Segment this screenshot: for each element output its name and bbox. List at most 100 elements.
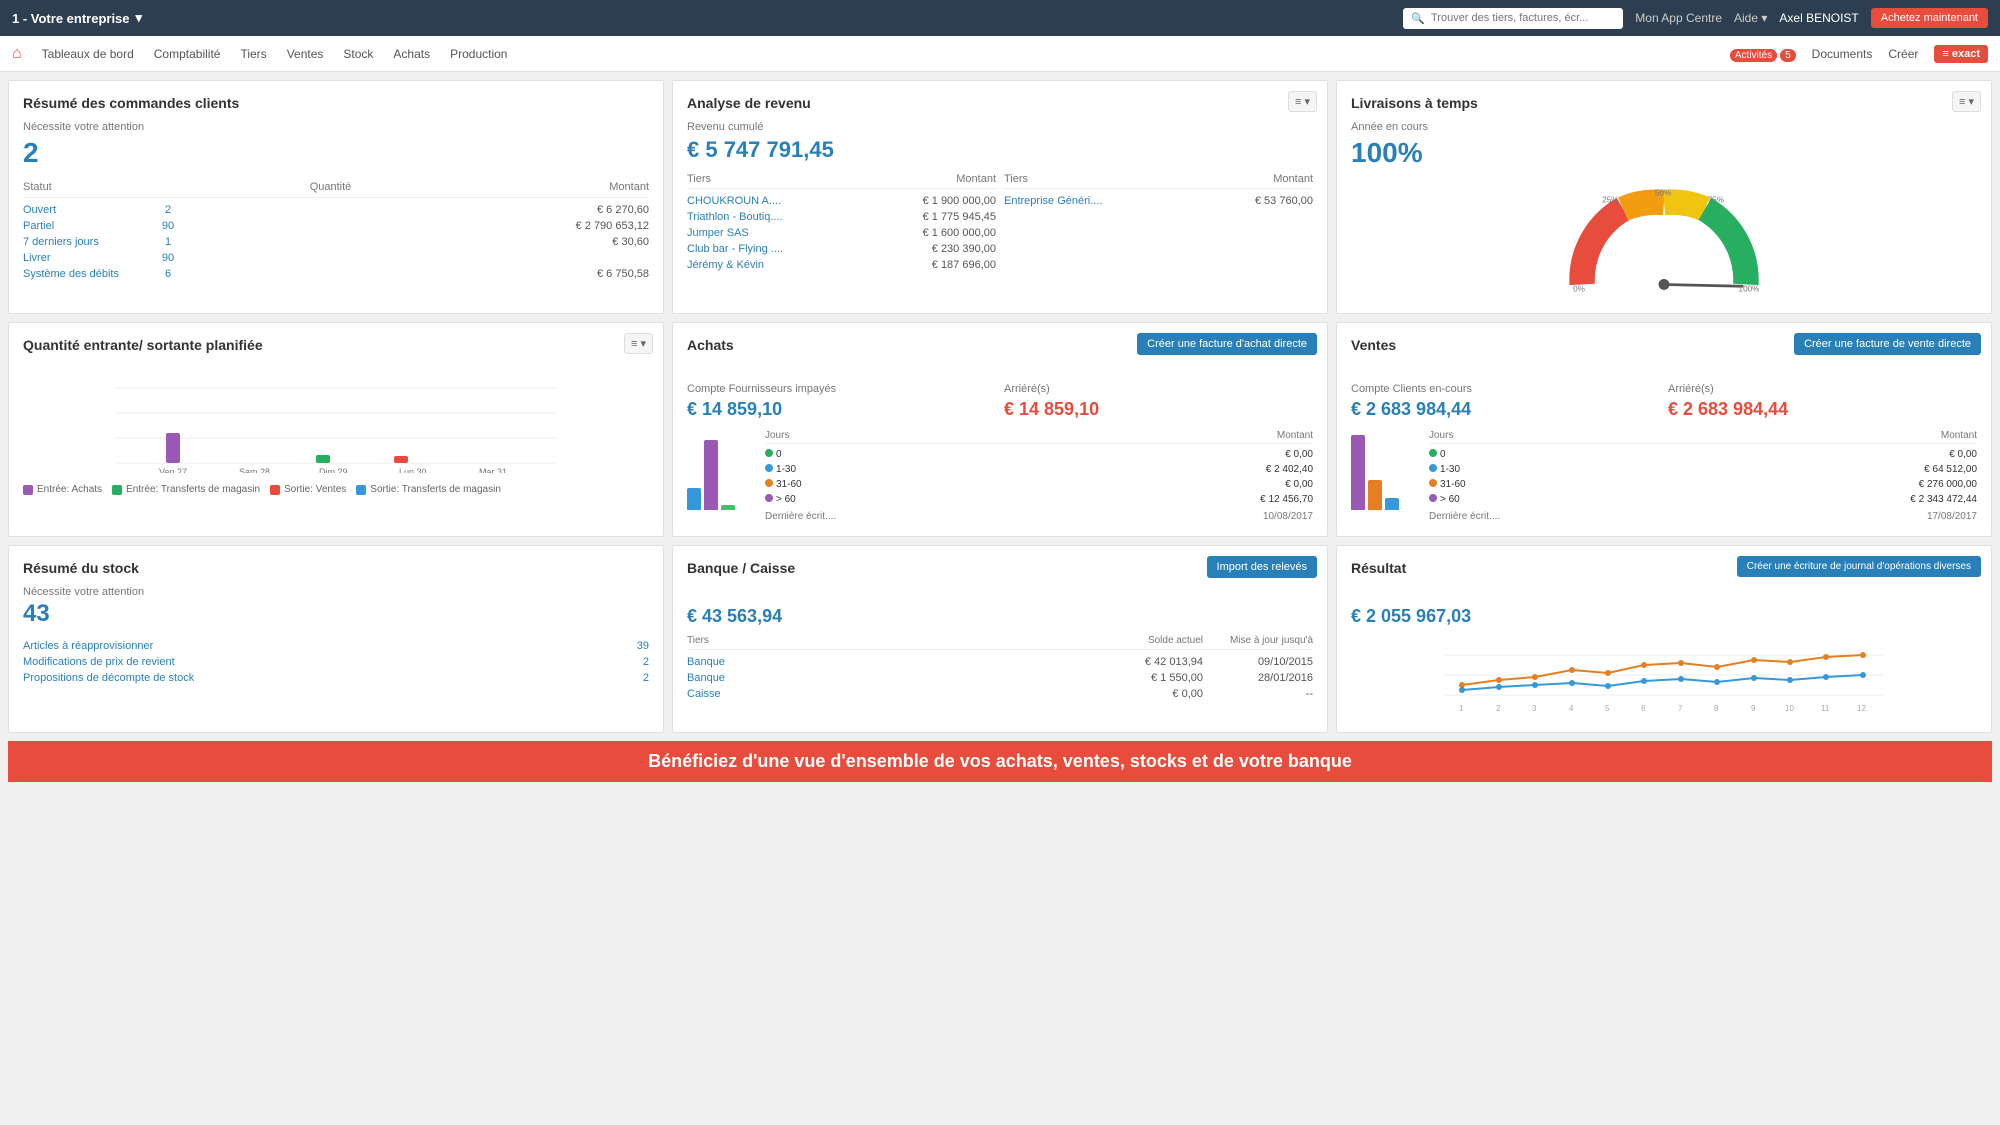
stock-row[interactable]: Articles à réapprovisionner 39: [23, 638, 649, 654]
card-revenu: Analyse de revenu ≡ ▾ Revenu cumulé € 5 …: [672, 80, 1328, 314]
commandes-table-header: Statut Quantité Montant: [23, 181, 649, 198]
svg-text:7: 7: [1678, 704, 1683, 713]
ventes-arriere-label: Arriéré(s): [1668, 383, 1977, 395]
nav-production[interactable]: Production: [450, 47, 507, 61]
nav-ventes[interactable]: Ventes: [287, 47, 324, 61]
company-name[interactable]: 1 - Votre entreprise: [12, 11, 130, 26]
top-navigation: 1 - Votre entreprise ▾ 🔍 Mon App Centre …: [0, 0, 2000, 36]
jours-row: 31-60 € 276 000,00: [1429, 477, 1977, 492]
jours-row: > 60 € 2 343 472,44: [1429, 492, 1977, 507]
ventes-account-label: Compte Clients en-cours: [1351, 383, 1660, 395]
svg-text:8: 8: [1714, 704, 1719, 713]
exact-logo: ≡ exact: [1934, 45, 1988, 63]
nav-comptabilite[interactable]: Comptabilité: [154, 47, 221, 61]
create-vente-button[interactable]: Créer une facture de vente directe: [1794, 333, 1981, 355]
result-chart-svg: 1 2 3 4 5 6 7 8 9 10 11 12: [1351, 635, 1977, 715]
svg-text:100%: 100%: [1739, 285, 1760, 294]
create-achat-button[interactable]: Créer une facture d'achat directe: [1137, 333, 1317, 355]
attention-number[interactable]: 2: [23, 137, 649, 169]
card-revenu-title: Analyse de revenu: [687, 95, 1313, 111]
stock-attention-number[interactable]: 43: [23, 600, 649, 628]
quantite-chart-area: Ven 27 Sam 28 Dim 29 Lun 30 Mar 31: [23, 363, 649, 476]
achats-content: Compte Fournisseurs impayés € 14 859,10 …: [687, 383, 1313, 522]
card-livraisons: Livraisons à temps ≡ ▾ Année en cours 10…: [1336, 80, 1992, 314]
jours-row: 0 € 0,00: [1429, 447, 1977, 462]
stock-row[interactable]: Propositions de décompte de stock 2: [23, 670, 649, 686]
col-header-right: TiersMontant: [1004, 173, 1313, 189]
livraisons-menu-button[interactable]: ≡ ▾: [1952, 91, 1981, 112]
app-centre-link[interactable]: Mon App Centre: [1635, 11, 1722, 25]
bank-row[interactable]: Banque € 42 013,94 09/10/2015: [687, 654, 1313, 670]
jours-row: 0 € 0,00: [765, 447, 1313, 462]
create-ecriture-button[interactable]: Créer une écriture de journal d'opératio…: [1737, 556, 1981, 577]
aide-link[interactable]: Aide ▾: [1734, 11, 1767, 25]
revenue-table: TiersMontant CHOUKROUN A....€ 1 900 000,…: [687, 173, 1313, 273]
card-banque: Banque / Caisse Import des relevés € 43 …: [672, 545, 1328, 733]
bar-chart-svg: Ven 27 Sam 28 Dim 29 Lun 30 Mar 31: [23, 363, 649, 473]
svg-text:Ven 27: Ven 27: [159, 467, 187, 473]
search-box[interactable]: 🔍: [1403, 8, 1623, 29]
search-input[interactable]: [1431, 12, 1615, 24]
stock-attention-label: Nécessite votre attention: [23, 586, 649, 598]
svg-text:75%: 75%: [1708, 196, 1724, 205]
bank-table-header: Tiers Solde actuel Mise à jour jusqu'à: [687, 635, 1313, 650]
card-livraisons-title: Livraisons à temps: [1351, 95, 1977, 111]
legend-item: Entrée: Achats: [23, 484, 102, 495]
nav-stock[interactable]: Stock: [343, 47, 373, 61]
second-navigation: ⌂ Tableaux de bord Comptabilité Tiers Ve…: [0, 36, 2000, 72]
table-row[interactable]: Ouvert 2 € 6 270,60: [23, 202, 649, 218]
stock-row[interactable]: Modifications de prix de revient 2: [23, 654, 649, 670]
svg-text:11: 11: [1821, 704, 1830, 713]
user-name: Axel BENOIST: [1779, 11, 1858, 25]
bank-row[interactable]: Caisse € 0,00 --: [687, 686, 1313, 702]
list-item[interactable]: Triathlon - Boutiq....€ 1 775 945,45: [687, 209, 996, 225]
svg-text:3: 3: [1532, 704, 1537, 713]
nav-tableaux[interactable]: Tableaux de bord: [42, 47, 134, 61]
nav-achats[interactable]: Achats: [393, 47, 430, 61]
account-label: Compte Fournisseurs impayés: [687, 383, 996, 395]
create-link[interactable]: Créer: [1888, 47, 1918, 61]
list-item[interactable]: CHOUKROUN A....€ 1 900 000,00: [687, 193, 996, 209]
jours-row: 31-60 € 0,00: [765, 477, 1313, 492]
svg-text:Sam 28: Sam 28: [239, 467, 270, 473]
bank-row[interactable]: Banque € 1 550,00 28/01/2016: [687, 670, 1313, 686]
card-resultat: Résultat Créer une écriture de journal d…: [1336, 545, 1992, 733]
jours-row: 1-30 € 2 402,40: [765, 462, 1313, 477]
revenue-amount: € 5 747 791,45: [687, 137, 1313, 163]
nav-tiers[interactable]: Tiers: [240, 47, 266, 61]
buy-button[interactable]: Achetez maintenant: [1871, 8, 1988, 28]
pct-value: 100%: [1351, 137, 1977, 169]
arriere-amount: € 14 859,10: [1004, 399, 1313, 420]
svg-text:5: 5: [1605, 704, 1610, 713]
home-icon[interactable]: ⌂: [12, 45, 22, 63]
card-quantite-title: Quantité entrante/ sortante planifiée: [23, 337, 649, 353]
card-stock-title: Résumé du stock: [23, 560, 649, 576]
table-row[interactable]: Partiel 90 € 2 790 653,12: [23, 218, 649, 234]
table-row[interactable]: Livrer 90: [23, 250, 649, 266]
bank-total-amount: € 43 563,94: [687, 606, 1313, 627]
import-releves-button[interactable]: Import des relevés: [1207, 556, 1317, 578]
ventes-arriere-amount: € 2 683 984,44: [1668, 399, 1977, 420]
list-item[interactable]: Jérémy & Kévin€ 187 696,00: [687, 257, 996, 273]
list-item[interactable]: Club bar - Flying ....€ 230 390,00: [687, 241, 996, 257]
list-item[interactable]: Entreprise Généri....€ 53 760,00: [1004, 193, 1313, 209]
banque-content: € 43 563,94 Tiers Solde actuel Mise à jo…: [687, 606, 1313, 702]
svg-text:9: 9: [1751, 704, 1756, 713]
legend-item: Sortie: Transferts de magasin: [356, 484, 501, 495]
list-item[interactable]: Jumper SAS€ 1 600 000,00: [687, 225, 996, 241]
activities-badge[interactable]: Activités5: [1727, 47, 1796, 61]
quantite-menu-button[interactable]: ≡ ▾: [624, 333, 653, 354]
documents-link[interactable]: Documents: [1812, 47, 1873, 61]
jours-table: Jours Montant 0 € 0,00 1-30 € 2 402,40 3…: [765, 430, 1313, 522]
svg-text:6: 6: [1641, 704, 1646, 713]
revenue-label: Revenu cumulé: [687, 121, 1313, 133]
result-amount: € 2 055 967,03: [1351, 606, 1977, 627]
company-caret[interactable]: ▾: [136, 10, 143, 26]
table-row[interactable]: 7 derniers jours 1 € 30,60: [23, 234, 649, 250]
table-row[interactable]: Système des débits 6 € 6 750,58: [23, 266, 649, 282]
card-quantite: Quantité entrante/ sortante planifiée ≡ …: [8, 322, 664, 537]
year-label: Année en cours: [1351, 121, 1977, 133]
menu-button[interactable]: ≡ ▾: [1288, 91, 1317, 112]
card-commandes: Résumé des commandes clients Nécessite v…: [8, 80, 664, 314]
svg-text:50%: 50%: [1655, 188, 1671, 197]
